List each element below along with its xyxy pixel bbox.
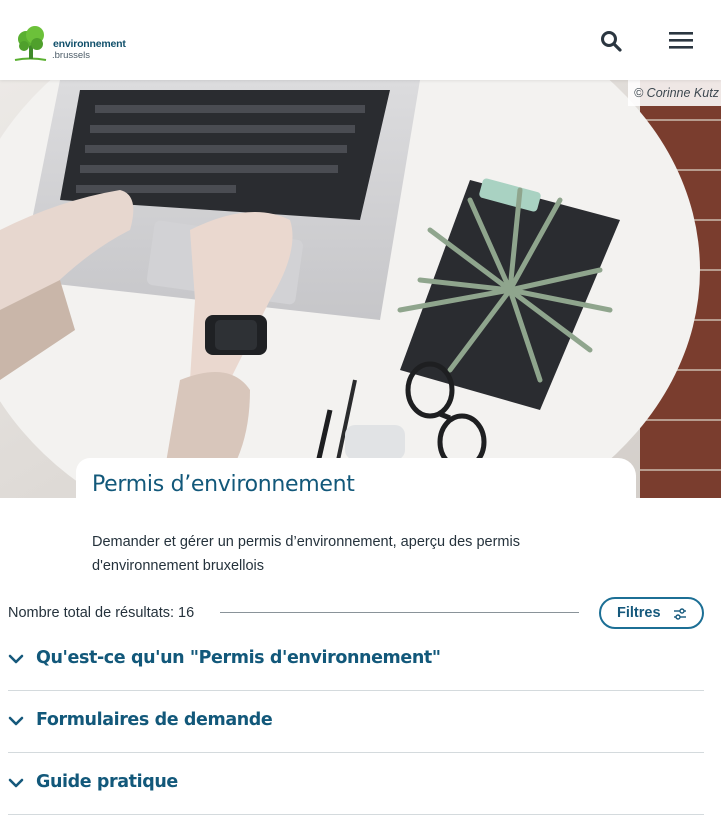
logo-text-primary: environnement (53, 38, 126, 50)
accordion-label: Guide pratique (36, 772, 178, 792)
photo-credit: © Corinne Kutz (628, 80, 721, 106)
divider-line (220, 612, 579, 613)
accordion-label: Qu'est-ce qu'un "Permis d'environnement" (36, 648, 441, 668)
accordion-label: Formulaires de demande (36, 710, 273, 730)
sliders-icon (674, 608, 686, 620)
logo-text-secondary: .brussels (52, 50, 91, 61)
hero-photo-illustration (0, 80, 721, 498)
filters-button[interactable]: Filtres (599, 597, 704, 629)
site-header: environnement .brussels (0, 0, 721, 80)
hero-image: © Corinne Kutz (0, 80, 721, 498)
accordion-item[interactable]: Qu'est-ce qu'un "Permis d'environnement" (8, 629, 704, 691)
filters-label: Filtres (617, 605, 661, 621)
title-card: Permis d’environnement (76, 458, 636, 503)
accordion-item[interactable]: Formulaires de demande (8, 691, 704, 753)
search-icon (601, 31, 622, 52)
menu-button[interactable] (666, 28, 696, 54)
results-count: Nombre total de résultats: 16 (8, 605, 195, 621)
search-button[interactable] (598, 28, 624, 54)
accordion-item[interactable]: Guide pratique (8, 753, 704, 815)
logo-link[interactable]: environnement .brussels (12, 24, 132, 66)
chevron-down-icon (8, 716, 24, 726)
tree-logo-icon (14, 26, 47, 61)
hamburger-menu-icon (669, 32, 693, 49)
page-title: Permis d’environnement (92, 472, 355, 497)
chevron-down-icon (8, 778, 24, 788)
chevron-down-icon (8, 654, 24, 664)
page-intro: Demander et gérer un permis d’environnem… (92, 534, 520, 574)
